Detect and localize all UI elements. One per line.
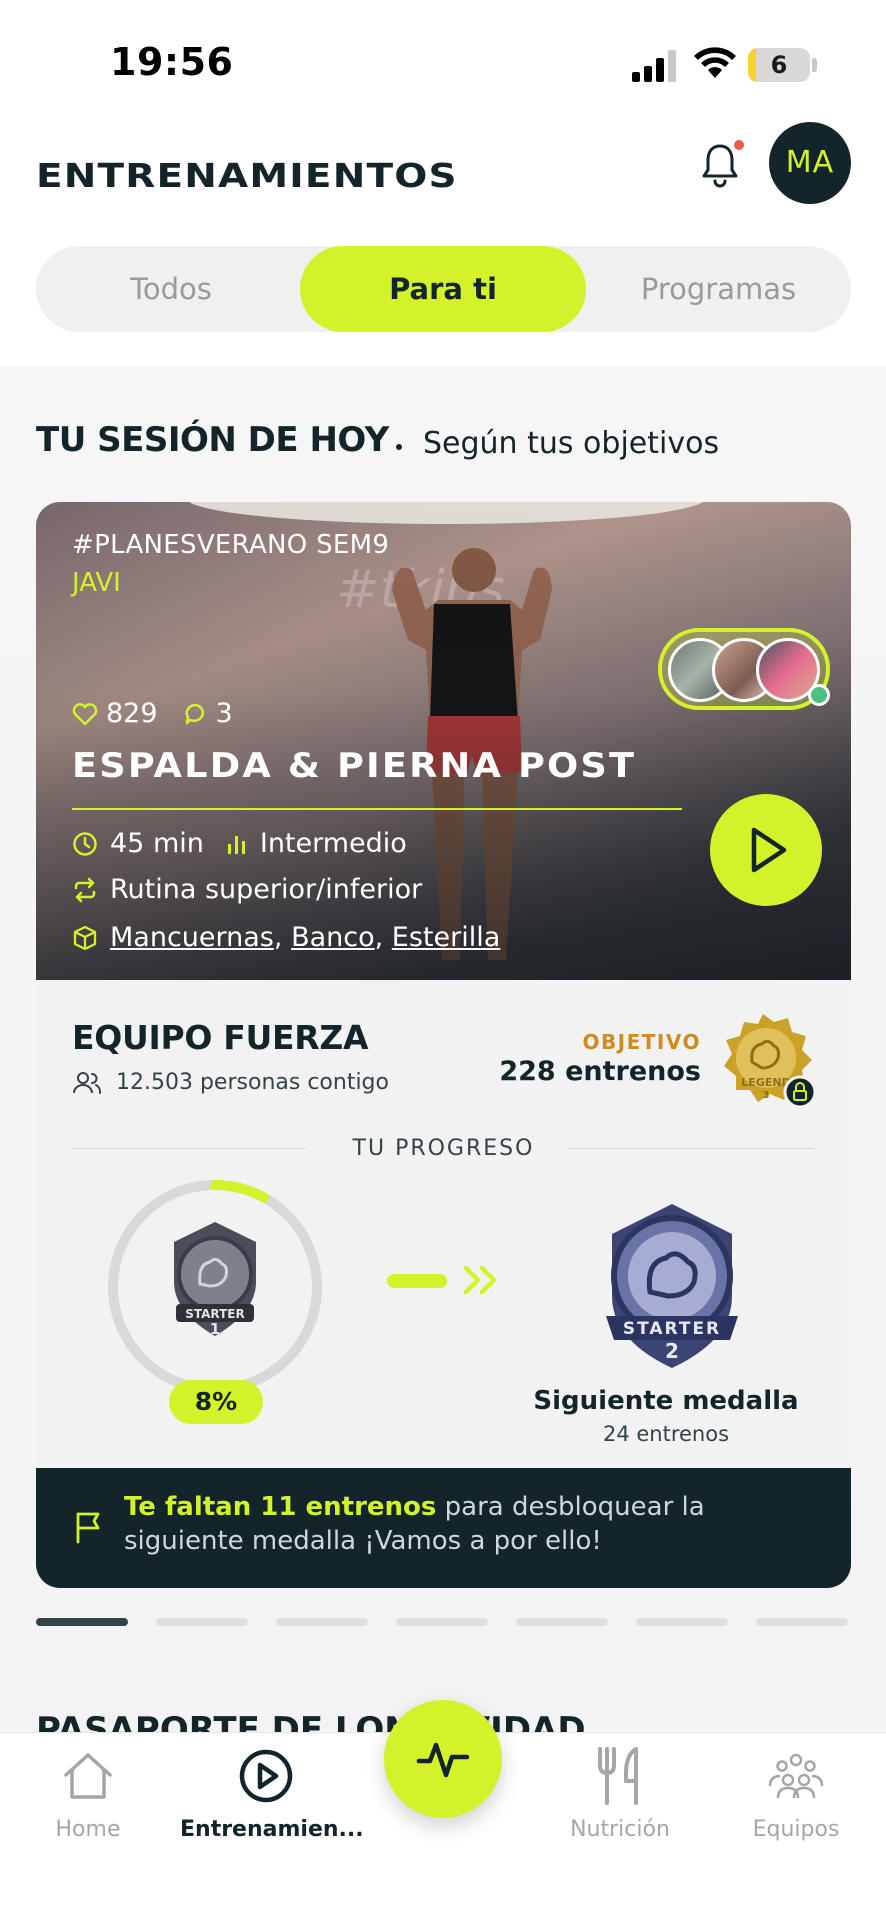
- tab-programas[interactable]: Programas: [586, 246, 851, 332]
- carousel-dot[interactable]: [276, 1618, 368, 1626]
- starter-1-medal-icon: STARTER 1: [174, 1222, 256, 1338]
- double-chevron-icon: [463, 1265, 497, 1295]
- workout-tag: #PLANESVERANO SEM9: [72, 530, 390, 560]
- flag-icon: [76, 1512, 100, 1544]
- team-name[interactable]: EQUIPO FUERZA: [72, 1018, 369, 1057]
- workout-author[interactable]: JAVI: [72, 568, 121, 598]
- battery-icon: 6: [748, 48, 810, 82]
- online-dot: [808, 684, 830, 706]
- play-icon: [751, 827, 787, 873]
- equipment-link-banco[interactable]: Banco: [291, 922, 375, 953]
- goal-medal-text: LEGEND: [741, 1076, 790, 1089]
- page-title: ENTRENAMIENTOS: [36, 156, 458, 195]
- battery-level: 6: [770, 51, 788, 79]
- progress-arrow: [387, 1274, 447, 1288]
- section-title: TU SESIÓN DE HOY: [36, 420, 389, 460]
- group-icon: [768, 1753, 824, 1799]
- activity-fab-button[interactable]: [384, 1700, 502, 1818]
- fork-knife-icon: [598, 1747, 638, 1805]
- carousel-dot[interactable]: [156, 1618, 248, 1626]
- status-bar: 19:56 6: [0, 0, 886, 120]
- wifi-icon: [694, 47, 736, 78]
- progress-ring: STARTER 1: [108, 1180, 322, 1394]
- svg-text:2: 2: [665, 1339, 679, 1363]
- cube-icon: [73, 925, 97, 950]
- starter-2-medal-icon[interactable]: STARTER 2: [592, 1200, 752, 1370]
- participants-avatars[interactable]: [658, 628, 830, 710]
- tab-para-ti[interactable]: Para ti: [300, 246, 586, 332]
- signal-icon: [632, 50, 676, 82]
- likes-count: 829: [106, 698, 158, 729]
- home-icon: [64, 1753, 112, 1799]
- carousel-dot[interactable]: [516, 1618, 608, 1626]
- workout-routine-row: Rutina superior/inferior: [72, 874, 422, 905]
- activity-pulse-icon: [416, 1742, 470, 1778]
- goal-label: OBJETIVO: [582, 1030, 701, 1054]
- section-subtitle: Según tus objetivos: [423, 426, 720, 461]
- segmented-tabs: Todos Para ti Programas: [36, 246, 851, 332]
- tabbar-item-entrenamientos[interactable]: Entrenamien...: [180, 1743, 364, 1842]
- next-medal-subtitle: 24 entrenos: [602, 1422, 730, 1446]
- carousel-dot[interactable]: [396, 1618, 488, 1626]
- next-medal-title: Siguiente medalla: [533, 1386, 799, 1416]
- play-button[interactable]: [710, 794, 822, 906]
- workout-equipment-row: Mancuernas, Banco, Esterilla: [72, 922, 500, 953]
- session-card[interactable]: #tkips #PLANESVERANO SEM9 JAVI 829: [36, 502, 851, 1588]
- repeat-icon: [74, 877, 96, 902]
- workout-name: ESPALDA & PIERNA POST: [72, 746, 637, 786]
- status-time: 19:56: [110, 40, 234, 84]
- equipment-link-esterilla[interactable]: Esterilla: [392, 922, 500, 953]
- banner-text: Te faltan 11 entrenos para desbloquear l…: [124, 1492, 705, 1556]
- level-bars-icon: [227, 835, 245, 854]
- goal-value: 228 entrenos: [499, 1056, 701, 1087]
- carousel-dot[interactable]: [36, 1618, 128, 1626]
- tabbar-item-equipos[interactable]: Equipos: [740, 1743, 852, 1842]
- comment-icon[interactable]: [184, 702, 208, 726]
- legend-medal-icon[interactable]: LEGEND 3: [718, 1010, 818, 1110]
- svg-text:3: 3: [763, 1090, 770, 1101]
- notification-dot: [734, 140, 744, 150]
- comments-count: 3: [215, 698, 233, 729]
- social-stats: 829 3: [72, 698, 233, 729]
- carousel-indicator: [36, 1618, 851, 1626]
- current-medal-text: STARTER: [185, 1307, 245, 1321]
- heart-icon[interactable]: [72, 702, 98, 726]
- team-progress: EQUIPO FUERZA 12.503 personas contigo OB…: [36, 980, 851, 1468]
- carousel-dot[interactable]: [636, 1618, 728, 1626]
- carousel-dot[interactable]: [756, 1618, 848, 1626]
- app-header: ENTRENAMIENTOS MA: [0, 120, 886, 240]
- people-icon: [73, 1071, 102, 1094]
- tabbar-item-nutricion[interactable]: Nutrición: [558, 1743, 682, 1842]
- workout-level: Intermedio: [259, 828, 407, 859]
- next-medal-text: STARTER: [623, 1319, 721, 1339]
- progress-percent: 8%: [169, 1380, 263, 1424]
- play-circle-icon: [239, 1749, 293, 1803]
- svg-text:1: 1: [210, 1320, 220, 1338]
- motivation-banner: Te faltan 11 entrenos para desbloquear l…: [36, 1468, 851, 1588]
- workout-meta: 45 min Intermedio: [72, 828, 407, 859]
- avatar[interactable]: MA: [769, 122, 851, 204]
- workout-duration: 45 min: [110, 828, 204, 859]
- tabbar-item-home[interactable]: Home: [38, 1743, 138, 1842]
- equipment-link-mancuernas[interactable]: Mancuernas: [110, 922, 274, 953]
- clock-icon: [73, 831, 97, 856]
- workout-hero[interactable]: #tkips #PLANESVERANO SEM9 JAVI 829: [36, 502, 851, 980]
- workout-routine: Rutina superior/inferior: [110, 874, 423, 905]
- team-people: 12.503 personas contigo: [72, 1070, 389, 1095]
- tab-todos[interactable]: Todos: [36, 246, 306, 332]
